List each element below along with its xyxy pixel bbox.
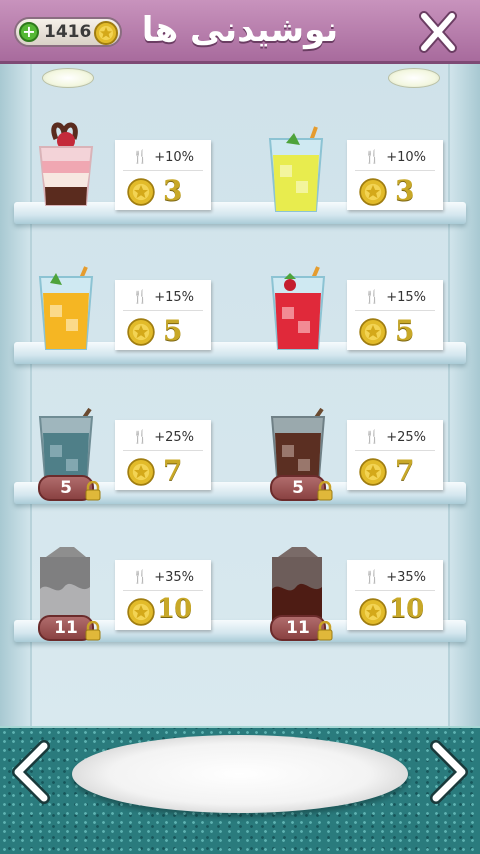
price-card: 🍴 +15% 5: [115, 280, 211, 350]
close-icon[interactable]: [418, 10, 458, 54]
price-card: 🍴 +35% 10: [115, 560, 211, 630]
drink-item-5[interactable]: 5 🍴 +25% 7: [20, 385, 240, 501]
price-value: 3: [163, 174, 183, 207]
bonus-label: +10%: [154, 150, 194, 165]
drink-item-1[interactable]: 🍴 +10% 3: [20, 105, 240, 215]
card-divider: [355, 310, 435, 311]
plate: [72, 735, 408, 813]
price-card: 🍴 +25% 7: [115, 420, 211, 490]
card-divider: [355, 170, 435, 171]
lock-icon: [317, 621, 333, 641]
price-value: 10: [389, 594, 424, 624]
price-card: 🍴 +35% 10: [347, 560, 443, 630]
fridge-lamp-left: [42, 68, 94, 88]
coin-icon: [127, 458, 155, 486]
bonus-label: +25%: [154, 430, 194, 445]
coin-icon: [127, 598, 155, 626]
header-bar: + 1416 نوشیدنی ها: [0, 0, 480, 64]
price-value: 7: [395, 454, 415, 487]
drink-item-4[interactable]: 🍴 +15% 5: [252, 245, 472, 355]
fork-knife-icon: 🍴: [132, 430, 149, 445]
bonus-label: +35%: [386, 570, 426, 585]
card-divider: [355, 450, 435, 451]
lock-icon: [317, 481, 333, 501]
fridge-lamp-right: [388, 68, 440, 88]
bonus-label: +15%: [154, 290, 194, 305]
card-divider: [123, 170, 203, 171]
drink-item-7[interactable]: 11 🍴 +35% 10: [20, 525, 240, 641]
fork-knife-icon: 🍴: [364, 430, 381, 445]
bonus-label: +10%: [386, 150, 426, 165]
price-value: 10: [157, 594, 192, 624]
price-value: 7: [163, 454, 183, 487]
fork-knife-icon: 🍴: [132, 150, 149, 165]
bonus-label: +15%: [386, 290, 426, 305]
orange-juice-icon: [38, 266, 94, 350]
lock-icon: [85, 481, 101, 501]
chocolate-dessert-icon: [38, 122, 94, 206]
fork-knife-icon: 🍴: [364, 150, 381, 165]
bonus-label: +35%: [154, 570, 194, 585]
price-value: 3: [395, 174, 415, 207]
price-card: 🍴 +15% 5: [347, 280, 443, 350]
drink-item-8[interactable]: 11 🍴 +35% 10: [252, 525, 472, 641]
coin-balance[interactable]: + 1416: [14, 17, 122, 47]
card-divider: [355, 590, 435, 591]
coin-count: 1416: [44, 22, 92, 42]
fork-knife-icon: 🍴: [364, 570, 381, 585]
card-divider: [123, 590, 203, 591]
lemonade-icon: [268, 126, 324, 212]
chevron-left-icon[interactable]: [10, 740, 52, 804]
drink-item-2[interactable]: 🍴 +10% 3: [252, 105, 472, 215]
plus-icon[interactable]: +: [19, 22, 39, 42]
price-value: 5: [163, 314, 183, 347]
coin-icon: [94, 21, 118, 45]
strawberry-juice-icon: [270, 266, 326, 350]
coin-icon: [127, 318, 155, 346]
price-value: 5: [395, 314, 415, 347]
coin-icon: [127, 178, 155, 206]
fork-knife-icon: 🍴: [132, 290, 149, 305]
coin-icon: [359, 178, 387, 206]
card-divider: [123, 450, 203, 451]
fork-knife-icon: 🍴: [364, 290, 381, 305]
card-divider: [123, 310, 203, 311]
price-card: 🍴 +10% 3: [347, 140, 443, 210]
drink-item-3[interactable]: 🍴 +15% 5: [20, 245, 240, 355]
bonus-label: +25%: [386, 430, 426, 445]
coin-icon: [359, 458, 387, 486]
price-card: 🍴 +25% 7: [347, 420, 443, 490]
coin-icon: [359, 318, 387, 346]
chevron-right-icon[interactable]: [428, 740, 470, 804]
page-title: نوشیدنی ها: [141, 10, 339, 50]
coin-icon: [359, 598, 387, 626]
price-card: 🍴 +10% 3: [115, 140, 211, 210]
lock-icon: [85, 621, 101, 641]
drink-item-6[interactable]: 5 🍴 +25% 7: [252, 385, 472, 501]
fork-knife-icon: 🍴: [132, 570, 149, 585]
